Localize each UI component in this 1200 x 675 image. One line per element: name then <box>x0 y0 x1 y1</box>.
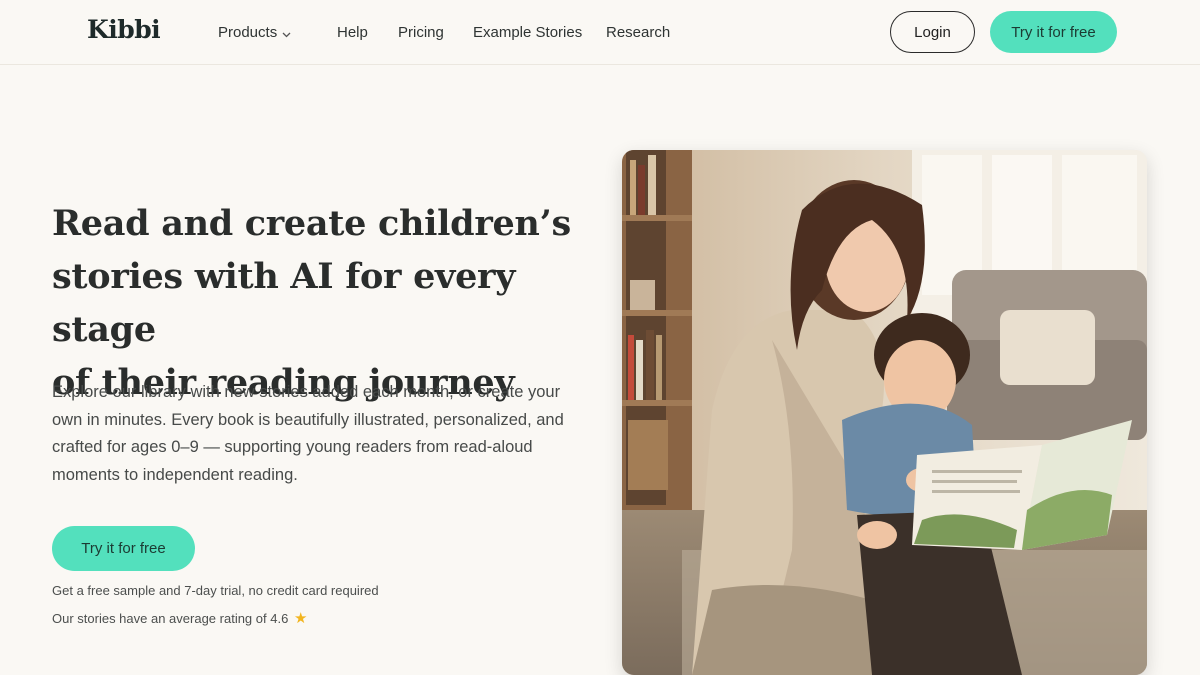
site-header: Kibbi Products Help Pricing Example Stor… <box>0 0 1200 65</box>
nav-item-products[interactable]: Products <box>218 24 291 42</box>
hero-description-line: Explore our library with new stories add… <box>52 383 561 401</box>
hero-description: Explore our library with new stories add… <box>52 379 572 489</box>
hero-title: Read and create children’s stories with … <box>52 197 592 409</box>
hero-image-mother-reading-to-child <box>622 150 1147 675</box>
rating-text: Our stories have an average rating of 4.… <box>52 611 289 626</box>
hero-description-line: crafted for ages 0–9 — supporting young … <box>52 438 533 456</box>
nav-item-help[interactable]: Help <box>337 24 368 41</box>
nav-item-pricing[interactable]: Pricing <box>398 24 444 41</box>
hero-title-line: stories with AI for every stage <box>52 256 516 350</box>
try-free-hero-button[interactable]: Try it for free <box>52 526 195 571</box>
nav-item-research[interactable]: Research <box>606 24 670 41</box>
hero-title-line: Read and create children’s <box>52 203 571 244</box>
rating-note: Our stories have an average rating of 4.… <box>52 609 307 627</box>
logo-text: Kibbi <box>87 15 161 44</box>
hero-illustration <box>622 150 1147 675</box>
chevron-down-icon <box>282 25 291 42</box>
login-button[interactable]: Login <box>890 11 975 53</box>
star-icon: ★ <box>293 610 308 627</box>
try-free-header-button[interactable]: Try it for free <box>990 11 1117 53</box>
logo[interactable]: Kibbi <box>87 15 161 44</box>
nav-item-label: Products <box>218 24 278 41</box>
hero-description-line: moments to independent reading. <box>52 465 298 484</box>
nav-item-example-stories[interactable]: Example Stories <box>473 24 582 41</box>
hero-description-line: own in minutes. Every book is beautifull… <box>52 410 564 429</box>
trial-note: Get a free sample and 7-day trial, no cr… <box>52 583 379 598</box>
